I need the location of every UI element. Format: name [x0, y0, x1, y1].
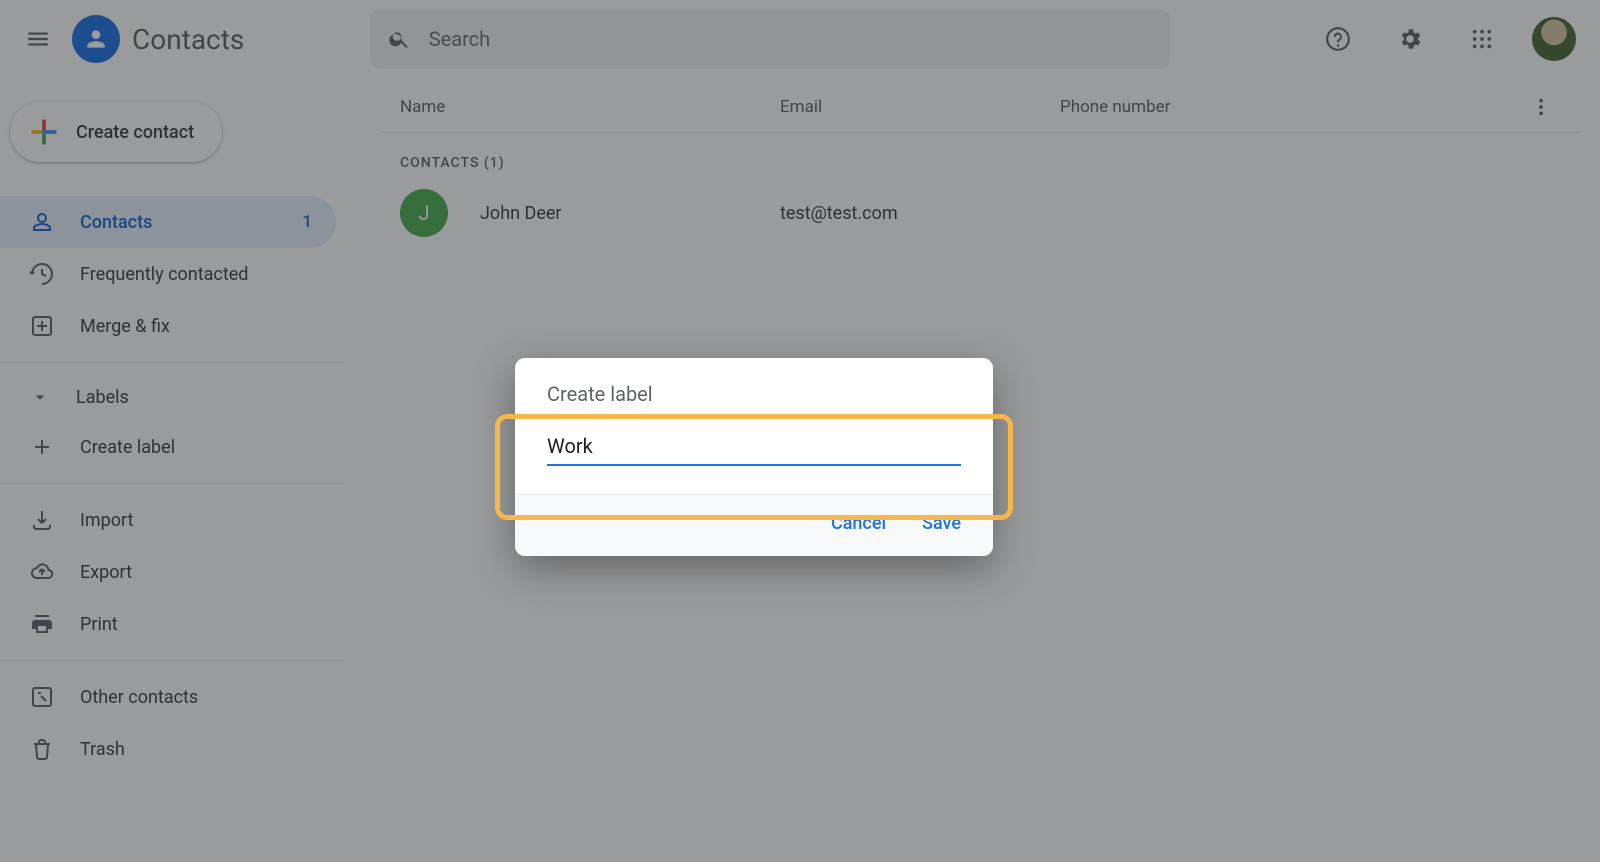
dialog-title: Create label — [515, 358, 993, 406]
create-label-dialog: Create label Cancel Save — [515, 358, 993, 556]
cancel-button[interactable]: Cancel — [831, 513, 886, 534]
label-name-input[interactable] — [547, 426, 961, 466]
save-button[interactable]: Save — [922, 513, 961, 534]
